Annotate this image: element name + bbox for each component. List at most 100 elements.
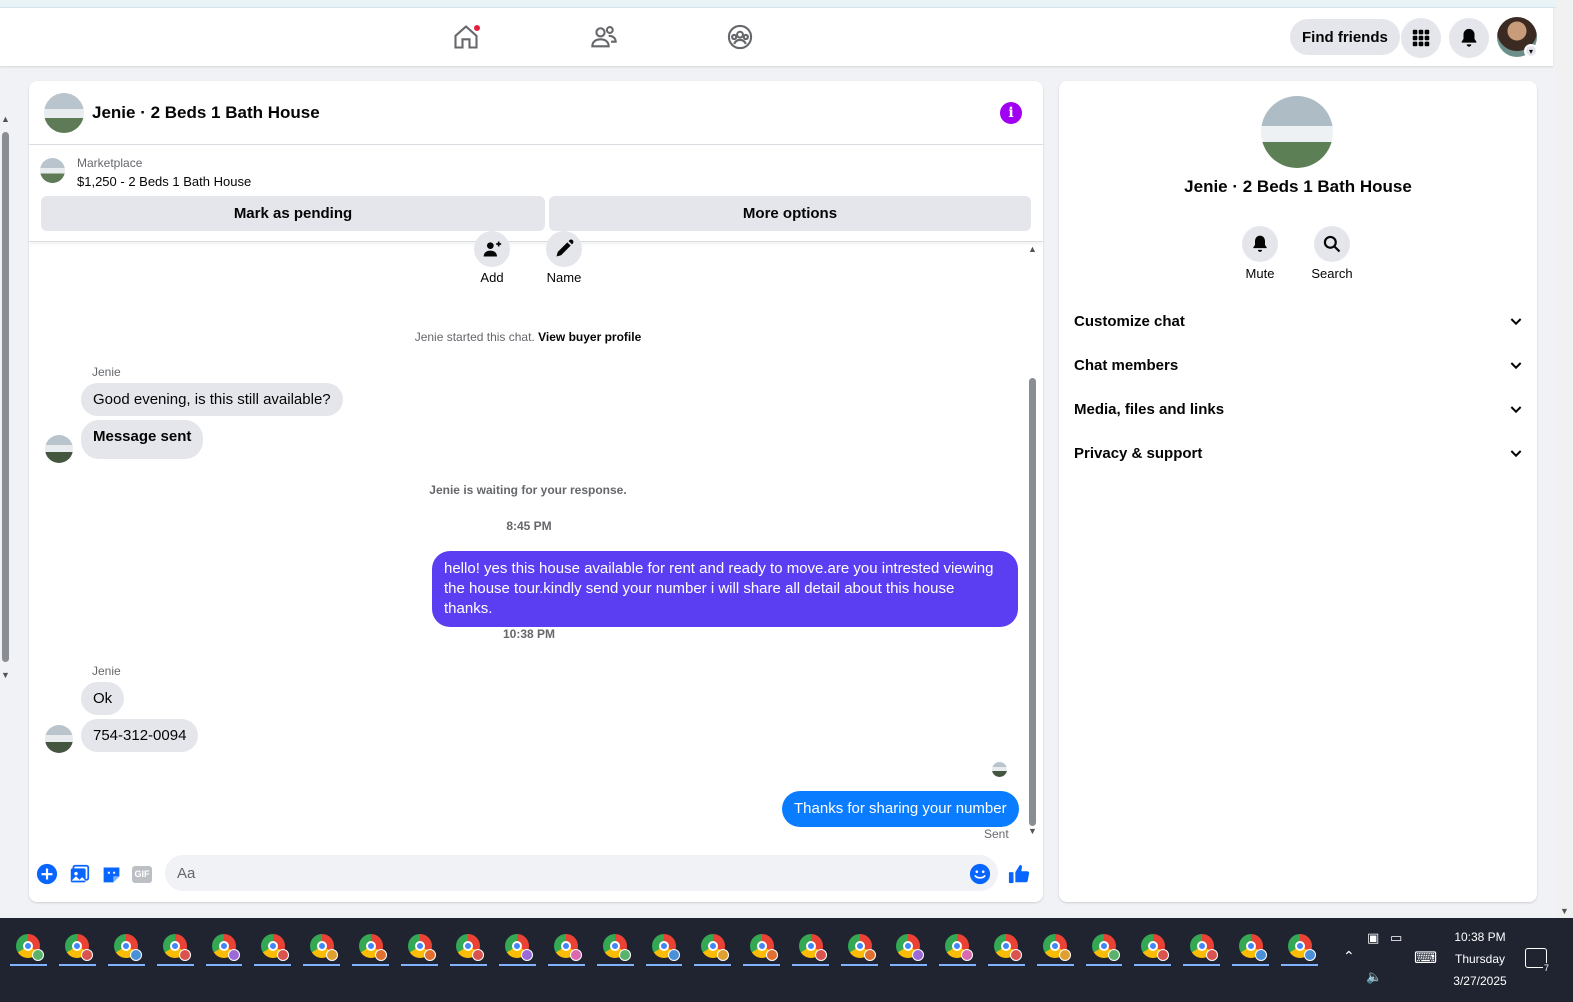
add-people-button[interactable] [474,231,510,267]
read-receipt-avatar [992,762,1007,777]
chat-profile-photo[interactable] [1261,96,1333,168]
chrome-icon [1043,934,1072,961]
chat-panel: Jenie · 2 Beds 1 Bath House i Marketplac… [29,81,1043,902]
chat-members-section[interactable]: Chat members [1074,347,1524,383]
chrome-taskbar-icon[interactable] [444,926,493,966]
profile-badge-icon [423,949,436,961]
outgoing-message[interactable]: Thanks for sharing your number [782,791,1019,827]
menu-button[interactable] [1401,18,1441,58]
chrome-taskbar-icon[interactable] [1275,926,1324,966]
chevron-down-icon [1510,406,1522,414]
friends-nav-button[interactable] [587,20,621,54]
chrome-taskbar-icon[interactable] [151,926,200,966]
chrome-taskbar-icon[interactable] [542,926,591,966]
chrome-taskbar-icon[interactable] [297,926,346,966]
chrome-taskbar-icon[interactable] [248,926,297,966]
home-nav-button[interactable] [449,20,483,54]
chat-scrollbar[interactable]: ▲ ▼ [1026,244,1038,844]
profile-badge-icon [521,949,534,961]
scroll-down-arrow-icon[interactable]: ▼ [1560,906,1569,916]
message-input[interactable] [165,855,998,891]
chat-scroll-thumb[interactable] [1029,378,1036,826]
emoji-button[interactable] [969,863,991,885]
attach-photo-button[interactable] [68,863,90,885]
taskbar-day[interactable]: Thursday [1446,952,1514,966]
sticker-button[interactable] [100,863,122,885]
name-chat-button[interactable] [546,231,582,267]
marketplace-bar: Marketplace $1,250 - 2 Beds 1 Bath House… [29,146,1043,242]
chat-avatar[interactable] [44,93,84,133]
chrome-taskbar-icon[interactable] [1031,926,1080,966]
chrome-taskbar-icon[interactable] [982,926,1031,966]
media-files-links-section[interactable]: Media, files and links [1074,391,1524,427]
chrome-taskbar-icon[interactable] [640,926,689,966]
listing-thumbnail[interactable] [40,158,65,183]
customize-chat-section[interactable]: Customize chat [1074,303,1524,339]
privacy-support-section[interactable]: Privacy & support [1074,435,1524,471]
send-like-button[interactable] [1008,863,1030,885]
taskbar-date[interactable]: 3/27/2025 [1446,974,1514,988]
incoming-message[interactable]: Ok [81,682,125,715]
chrome-taskbar-icon[interactable] [1177,926,1226,966]
taskbar-time[interactable]: 10:38 PM [1446,930,1514,944]
chrome-taskbar-icon[interactable] [688,926,737,966]
mark-as-pending-button[interactable]: Mark as pending [41,196,545,231]
incoming-message[interactable]: 754-312-0094 [81,719,199,752]
chat-title[interactable]: Jenie · 2 Beds 1 Bath House [92,103,320,123]
notification-center-button[interactable]: 7 [1525,948,1550,973]
chevron-down-icon[interactable]: ▾ [1524,44,1538,58]
add-label: Add [480,270,504,285]
scroll-up-arrow-icon[interactable]: ▲ [1,114,10,124]
profile-badge-icon [765,949,778,961]
chrome-taskbar-icon[interactable] [933,926,982,966]
chrome-taskbar-icon[interactable] [1128,926,1177,966]
scroll-thumb[interactable] [2,132,9,662]
chrome-taskbar-icon[interactable] [346,926,395,966]
incoming-message[interactable]: Message sent [81,420,204,459]
waiting-notice: Jenie is waiting for your response. [429,483,627,497]
chrome-taskbar-icon[interactable] [591,926,640,966]
find-friends-button[interactable]: Find friends [1290,19,1400,55]
chrome-taskbar-icon[interactable] [395,926,444,966]
groups-nav-button[interactable] [723,20,757,54]
scroll-down-arrow-icon[interactable]: ▼ [1,670,10,680]
chrome-taskbar-icon[interactable] [200,926,249,966]
chrome-taskbar-icon[interactable] [1226,926,1275,966]
network-icon[interactable]: ▭ [1390,930,1402,946]
chrome-taskbar-icon[interactable] [786,926,835,966]
camera-icon[interactable]: ▣ [1367,930,1379,946]
chevron-up-icon[interactable]: ⌃ [1343,948,1355,965]
scroll-down-arrow-icon[interactable]: ▼ [1028,826,1037,836]
keyboard-icon[interactable]: ⌨ [1414,948,1437,968]
chrome-taskbar-icon[interactable] [737,926,786,966]
incoming-message[interactable]: Good evening, is this still available? [81,383,343,416]
info-icon[interactable]: i [1000,102,1022,124]
view-buyer-profile-link[interactable]: View buyer profile [538,330,641,344]
chrome-taskbar-icon[interactable] [1080,926,1129,966]
chrome-taskbar-icon[interactable] [835,926,884,966]
chrome-taskbar-icon[interactable] [884,926,933,966]
chrome-taskbar-icon[interactable] [493,926,542,966]
notifications-button[interactable] [1449,18,1489,58]
chrome-icon [945,934,974,961]
listing-price[interactable]: $1,250 - 2 Beds 1 Bath House [77,174,251,189]
chrome-icon [1238,934,1267,961]
browser-top-strip [0,0,1573,8]
outgoing-message[interactable]: hello! yes this house available for rent… [432,551,1018,627]
sender-avatar[interactable] [45,435,73,463]
more-actions-button[interactable] [36,863,58,885]
gif-button[interactable]: GIF [131,863,153,885]
profile-badge-icon [472,949,485,961]
window-scrollbar[interactable]: ▼ [1556,0,1573,918]
sender-avatar[interactable] [45,725,73,753]
chrome-taskbar-icon[interactable] [4,926,53,966]
page-scrollbar[interactable]: ▲ ▼ [0,112,12,682]
search-in-chat-button[interactable] [1314,226,1350,262]
add-person-icon [483,241,502,257]
speaker-icon[interactable]: 🔈 [1366,969,1382,985]
chrome-taskbar-icon[interactable] [102,926,151,966]
more-options-button[interactable]: More options [549,196,1031,231]
mute-button[interactable] [1242,226,1278,262]
chrome-taskbar-icon[interactable] [53,926,102,966]
scroll-up-arrow-icon[interactable]: ▲ [1028,244,1037,254]
